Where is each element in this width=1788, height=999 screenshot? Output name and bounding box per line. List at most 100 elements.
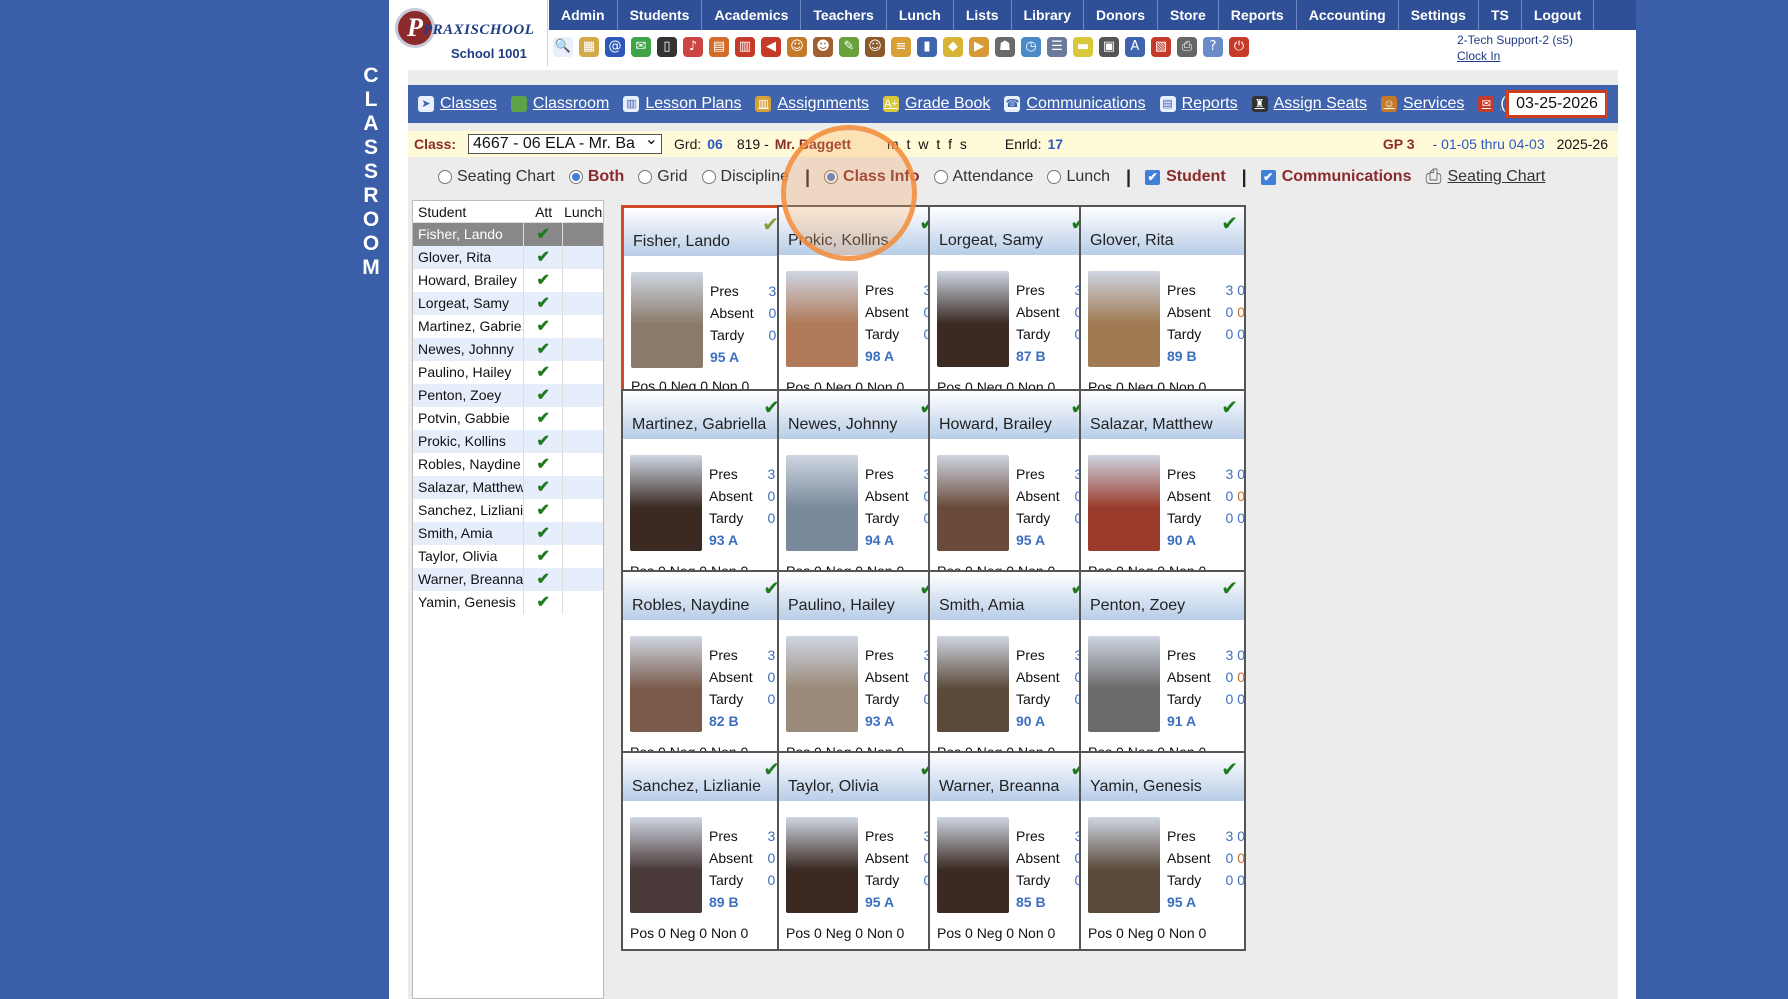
attendance-check-icon[interactable]: ✔ [524,246,564,269]
roster-row[interactable]: Glover, Rita ✔ [413,246,603,269]
calendar-icon[interactable]: ▤ [709,37,729,57]
class-select[interactable]: 4667 - 06 ELA - Mr. Ba [468,134,663,154]
checkbox-student[interactable]: ✔ [1145,169,1161,185]
student-card[interactable]: Salazar, Matthew ✔ Pres 3 0 Absent 0 0 Tardy 0 … [1079,389,1246,589]
lunch-cell[interactable] [563,361,603,384]
lunch-cell[interactable] [563,292,603,315]
roster-row[interactable]: Lorgeat, Samy ✔ [413,292,603,315]
student-card[interactable]: Martinez, Gabriella✔Pres3 0Absent0 0Tard… [621,389,788,589]
subnav-communications[interactable]: ☎ Communications [1004,95,1146,113]
megaphone-icon[interactable]: ◀ [761,37,781,57]
subnav-services[interactable]: ☺ Services [1381,95,1464,113]
roster-row[interactable]: Yamin, Genesis ✔ [413,591,603,614]
option-both[interactable]: Both [568,168,624,186]
group-icon[interactable]: ☺ [865,37,885,57]
nav-settings[interactable]: Settings [1399,0,1479,30]
subnav-classroom[interactable]: Classroom [510,95,609,113]
student-card[interactable]: Paulino, Hailey✔Pres3 0Absent0 0Tardy0 0… [777,570,944,770]
lunch-cell[interactable] [563,453,603,476]
lunch-cell[interactable] [563,246,603,269]
present-check-icon[interactable]: ✔ [1221,576,1238,600]
radio-grid[interactable] [638,170,653,184]
roster-row[interactable]: Potvin, Gabbie ✔ [413,407,603,430]
nav-accounting[interactable]: Accounting [1297,0,1399,30]
roster-row[interactable]: Fisher, Lando ✔ [413,223,603,246]
roster-row[interactable]: Prokic, Kollins ✔ [413,430,603,453]
grid-icon[interactable]: ▦ [579,37,599,57]
ap-icon[interactable]: A [1125,37,1145,57]
subnav-reports[interactable]: ▤ Reports [1159,95,1238,113]
lunch-cell[interactable] [563,338,603,361]
praxischool-logo[interactable]: P PRAXISCHOOL School 1001 [389,0,548,66]
person-icon[interactable]: ☺ [787,37,807,57]
lunch-cell[interactable] [563,407,603,430]
chat-icon[interactable]: ✉ [631,37,651,57]
lunch-cell[interactable] [563,315,603,338]
attendance-check-icon[interactable]: ✔ [524,361,564,384]
option-student[interactable]: ✔ Student [1145,168,1226,186]
attendance-check-icon[interactable]: ✔ [524,591,564,614]
present-check-icon[interactable]: ✔ [1221,211,1238,235]
nav-store[interactable]: Store [1158,0,1219,30]
nav-lunch[interactable]: Lunch [887,0,954,30]
attendance-check-icon[interactable]: ✔ [524,453,564,476]
option-seating-chart[interactable]: Seating Chart [438,168,555,186]
user-icon[interactable]: ☗ [995,37,1015,57]
attendance-check-icon[interactable]: ✔ [524,384,564,407]
radio-seating-chart[interactable] [438,170,452,184]
date-field[interactable]: 03-25-2026 [1506,90,1608,118]
nav-lists[interactable]: Lists [954,0,1012,30]
nav-admin[interactable]: Admin [549,0,618,30]
folder-icon[interactable]: ▶ [969,37,989,57]
bus-icon[interactable]: ▣ [1099,37,1119,57]
pdf-icon[interactable]: ▧ [1151,37,1171,57]
attendance-check-icon[interactable]: ✔ [524,545,564,568]
attendance-check-icon[interactable]: ✔ [524,522,564,545]
roster-row[interactable]: Howard, Brailey ✔ [413,269,603,292]
subnav-classes[interactable]: ➤ Classes [418,95,497,113]
roster-row[interactable]: Salazar, Matthew ✔ [413,476,603,499]
clock-in-link[interactable]: Clock In [1457,48,1573,64]
attendance-check-icon[interactable]: ✔ [524,407,564,430]
attendance-check-icon[interactable]: ✔ [524,269,564,292]
present-check-icon[interactable]: ✔ [1221,757,1238,781]
roster-row[interactable]: Newes, Johnny ✔ [413,338,603,361]
subnav-assignments[interactable]: ▥ Assignments [755,95,869,113]
power-icon[interactable]: ⏻ [1229,37,1249,57]
calendar-alt-icon[interactable]: ▥ [735,37,755,57]
email-icon[interactable]: @ [605,37,625,57]
list-icon[interactable]: ☰ [1047,37,1067,57]
attendance-check-icon[interactable]: ✔ [524,499,564,522]
printer-icon[interactable]: ⎙ [1177,37,1197,57]
help-icon[interactable]: ? [1203,37,1223,57]
lunch-cell[interactable] [563,499,603,522]
lunch-cell[interactable] [563,223,603,246]
roster-row[interactable]: Sanchez, Lizlianie ✔ [413,499,603,522]
roster-row[interactable]: Warner, Breanna ✔ [413,568,603,591]
nav-donors[interactable]: Donors [1084,0,1158,30]
nav-students[interactable]: Students [618,0,703,30]
sandwich-icon[interactable]: ≡ [891,37,911,57]
attendance-check-icon[interactable]: ✔ [524,315,564,338]
present-check-icon[interactable]: ✔ [1221,395,1238,419]
radio-both[interactable] [568,170,583,184]
card-icon[interactable]: ▬ [1073,37,1093,57]
roster-row[interactable]: Taylor, Olivia ✔ [413,545,603,568]
student-card[interactable]: Sanchez, Lizlianie✔Pres3 0Absent0 0Tardy… [621,751,788,951]
student-card[interactable]: Taylor, Olivia✔Pres3 0Absent0 0Tardy0 09… [777,751,944,951]
subnav-grade-book[interactable]: A+ Grade Book [883,95,990,113]
student-card[interactable]: Glover, Rita ✔ Pres 3 0 Absent 0 0 Tardy 0 0 89 … [1079,205,1246,405]
attendance-check-icon[interactable]: ✔ [524,430,564,453]
student-card[interactable]: Lorgeat, Samy✔Pres3 0Absent0 0Tardy0 087… [928,205,1095,405]
student-card[interactable]: Robles, Naydine✔ Pres3 0Absent0 0Tardy0 0… [621,570,788,770]
book-icon[interactable]: ▮ [917,37,937,57]
nav-academics[interactable]: Academics [702,0,802,30]
nav-logout[interactable]: Logout [1522,0,1595,30]
attendance-check-icon[interactable]: ✔ [524,223,564,246]
pencil-icon[interactable]: ✎ [839,37,859,57]
nav-ts[interactable]: TS [1479,0,1522,30]
student-card[interactable]: Fisher, Lando✔Pres3 0Absent0 1Tardy0 095… [621,205,788,405]
option-grid[interactable]: Grid [638,168,688,186]
attendance-check-icon[interactable]: ✔ [524,476,564,499]
lunch-cell[interactable] [563,384,603,407]
